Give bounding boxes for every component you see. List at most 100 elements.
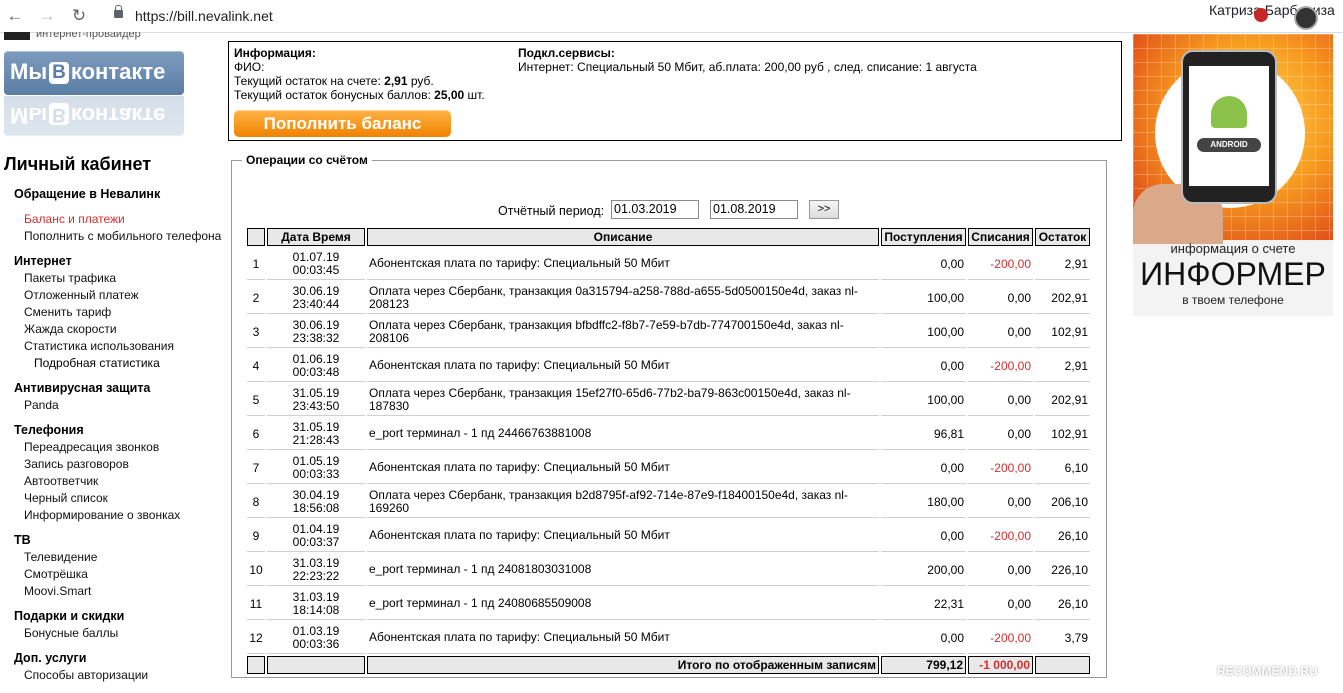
column-header: Остаток [1035, 228, 1090, 246]
row-date: 01.04.19 [292, 521, 340, 536]
avatar[interactable] [1294, 6, 1318, 30]
menu-item[interactable]: Отложенный платеж [14, 287, 229, 304]
row-datetime: 01.05.19 00:03:33 [267, 452, 365, 484]
menu-section-heading[interactable]: Подарки и скидки [14, 608, 229, 625]
date-from-input[interactable]: 01.03.2019 [611, 200, 699, 219]
menu-item[interactable]: Бонусные баллы [14, 625, 229, 642]
menu-item[interactable]: Телевидение [14, 549, 229, 566]
row-time: 23:40:44 [292, 296, 340, 311]
menu-item[interactable]: Способы авторизации [14, 667, 229, 684]
date-to-input[interactable]: 01.08.2019 [710, 200, 798, 219]
menu-item[interactable]: Подробная статистика [14, 355, 229, 372]
menu-section-heading[interactable]: Антивирусная защита [14, 380, 229, 397]
vk-banner[interactable]: Мы Bконтакте [4, 51, 184, 95]
row-balance: 226,10 [1035, 554, 1090, 586]
row-datetime: 31.03.19 22:23:22 [267, 554, 365, 586]
menu-item[interactable]: Баланс и платежи [14, 211, 229, 228]
menu-section-heading[interactable]: ТВ [14, 532, 229, 549]
menu-item[interactable]: Смотрёшка [14, 566, 229, 583]
row-number: 5 [247, 384, 265, 416]
provider-tagline: интернет-провайдер [36, 32, 141, 40]
android-icon [1211, 96, 1247, 128]
row-description: Абонентская плата по тарифу: Специальный… [367, 350, 879, 382]
table-row: 10 31.03.19 22:23:22 e_port терминал - 1 пд… [247, 554, 1090, 586]
menu-item[interactable]: Черный список [14, 490, 229, 507]
table-row: 2 30.06.19 23:40:44 Оплата через Сбербанк, … [247, 282, 1090, 314]
menu-item[interactable]: Moovi.Smart [14, 583, 229, 600]
menu-spacer [14, 203, 229, 211]
row-datetime: 31.05.19 23:43:50 [267, 384, 365, 416]
informer-ad-banner[interactable]: ANDROID информация о счете ИНФОРМЕР в тв… [1133, 34, 1333, 316]
menu-item[interactable]: Автоответчик [14, 473, 229, 490]
row-date: 01.07.19 [292, 249, 340, 264]
row-date: 01.03.19 [292, 623, 340, 638]
menu-item[interactable]: Panda [14, 397, 229, 414]
sidebar-menu: Обращение в Невалинк Баланс и платежи Попо… [14, 186, 229, 684]
row-balance: 202,91 [1035, 282, 1090, 314]
table-row: 4 01.06.19 00:03:48 Абонентская плата по та… [247, 350, 1090, 382]
row-description: Абонентская плата по тарифу: Специальный… [367, 452, 879, 484]
forward-icon[interactable]: → [36, 6, 58, 26]
menu-item[interactable]: Пополнить с мобильного телефона [14, 228, 229, 245]
url-text: https://bill.nevalink.net [135, 8, 273, 24]
menu-item[interactable]: Пакеты трафика [14, 270, 229, 287]
vk-logo-icon: B [49, 62, 69, 84]
row-time: 22:23:22 [292, 568, 340, 583]
menu-spacer [14, 372, 229, 380]
table-row: 6 31.05.19 21:28:43 e_port терминал - 1 пд … [247, 418, 1090, 450]
row-number: 12 [247, 622, 265, 654]
android-label: ANDROID [1197, 138, 1261, 152]
row-charge: 0,00 [968, 554, 1033, 586]
row-time: 18:14:08 [292, 602, 340, 617]
row-income: 100,00 [881, 384, 966, 416]
total-income: 799,12 [881, 656, 966, 674]
extension-icon[interactable] [1254, 8, 1268, 22]
row-number: 4 [247, 350, 265, 382]
row-date: 31.05.19 [292, 419, 340, 434]
menu-item[interactable]: Жажда скорости [14, 321, 229, 338]
table-row: 9 01.04.19 00:03:37 Абонентская плата по та… [247, 520, 1090, 552]
menu-item[interactable]: Информирование о звонках [14, 507, 229, 524]
menu-section-heading[interactable]: Телефония [14, 422, 229, 439]
total-blank [247, 656, 265, 674]
provider-logo-mark [4, 32, 30, 40]
row-datetime: 01.03.19 00:03:36 [267, 622, 365, 654]
row-description: Оплата через Сбербанк, транзакция b2d879… [367, 486, 879, 518]
row-charge: 0,00 [968, 588, 1033, 620]
provider-logo[interactable]: интернет-провайдер [4, 32, 184, 42]
row-charge: -200,00 [968, 452, 1033, 484]
phone-icon: ANDROID [1181, 50, 1277, 204]
services-heading: Подкл.сервисы: [518, 46, 615, 60]
table-row: 11 31.03.19 18:14:08 e_port терминал - 1 пд… [247, 588, 1090, 620]
row-date: 30.04.19 [292, 487, 340, 502]
column-header: Дата Время [267, 228, 365, 246]
row-description: Абонентская плата по тарифу: Специальный… [367, 248, 879, 280]
menu-item[interactable]: Запись разговоров [14, 456, 229, 473]
address-bar[interactable]: https://bill.nevalink.net [104, 4, 1184, 28]
row-balance: 6,10 [1035, 452, 1090, 484]
row-time: 00:03:37 [292, 534, 340, 549]
row-charge: -200,00 [968, 520, 1033, 552]
fio-label: ФИО: [234, 60, 265, 74]
reload-icon[interactable]: ↻ [68, 6, 90, 26]
back-icon[interactable]: ← [4, 6, 26, 26]
menu-item[interactable]: Переадресация звонков [14, 439, 229, 456]
row-date: 31.03.19 [292, 589, 340, 604]
menu-item[interactable]: Сменить тариф [14, 304, 229, 321]
menu-item[interactable]: Статистика использования [14, 338, 229, 355]
total-blank [1035, 656, 1090, 674]
lock-icon [114, 5, 123, 18]
top-up-balance-button[interactable]: Пополнить баланс [234, 110, 451, 137]
period-label: Отчётный период: [498, 204, 605, 218]
menu-section-heading[interactable]: Интернет [14, 253, 229, 270]
apply-period-button[interactable]: >> [809, 200, 839, 219]
menu-section-heading[interactable]: Доп. услуги [14, 650, 229, 667]
menu-section-heading[interactable]: Обращение в Невалинк [14, 186, 229, 203]
watermark: RECOMMEND.RU [1196, 660, 1318, 678]
column-header: Описание [367, 228, 879, 246]
row-income: 0,00 [881, 248, 966, 280]
row-time: 21:28:43 [292, 432, 340, 447]
row-charge: 0,00 [968, 316, 1033, 348]
row-time: 00:03:48 [292, 364, 340, 379]
row-charge: 0,00 [968, 486, 1033, 518]
